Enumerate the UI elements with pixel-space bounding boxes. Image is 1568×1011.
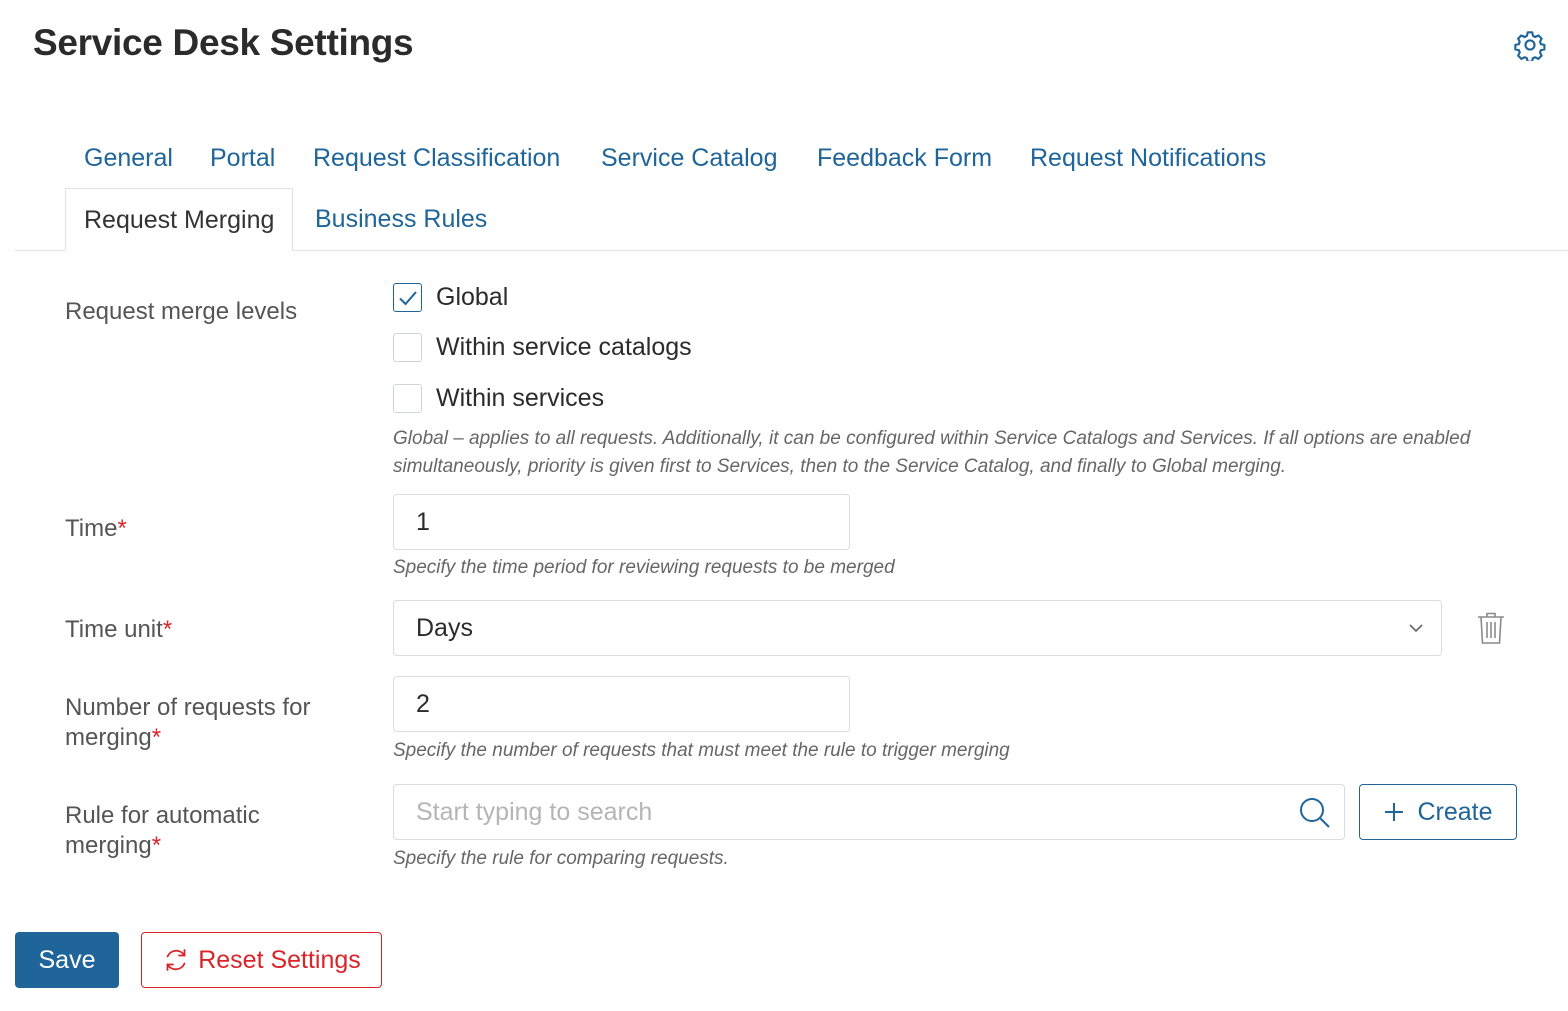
create-rule-button[interactable]: Create xyxy=(1359,784,1517,840)
checkbox-label: Within services xyxy=(436,384,605,412)
required-marker: * xyxy=(151,832,162,859)
tab-bar: General Portal Request Classification Se… xyxy=(15,130,1568,251)
reset-settings-button[interactable]: Reset Settings xyxy=(141,932,382,988)
rule-search-input[interactable] xyxy=(394,785,1284,839)
checkbox-box[interactable] xyxy=(393,384,422,413)
checkbox-label: Global xyxy=(436,283,509,311)
checkbox-within-services[interactable]: Within services xyxy=(393,384,604,413)
plus-icon xyxy=(1385,803,1404,821)
checkbox-box[interactable] xyxy=(393,333,422,362)
page-title: Service Desk Settings xyxy=(33,22,414,63)
checkbox-label: Within service catalogs xyxy=(436,333,692,361)
tab-service-catalog[interactable]: Service Catalog xyxy=(601,144,777,173)
search-icon[interactable] xyxy=(1298,796,1332,830)
num-requests-label-line1: Number of requests for xyxy=(65,694,311,721)
rule-search-box xyxy=(393,784,1345,840)
num-requests-hint: Specify the number of requests that must… xyxy=(393,740,1010,761)
chevron-down-icon xyxy=(1409,624,1423,633)
settings-gear-icon[interactable] xyxy=(1514,29,1546,61)
required-marker: * xyxy=(151,724,162,751)
time-unit-label: Time unit* xyxy=(65,615,365,645)
create-button-label: Create xyxy=(1417,797,1493,826)
num-requests-label-line2: merging xyxy=(65,724,152,751)
rule-label: Rule for automatic merging* xyxy=(65,801,365,861)
checkbox-box[interactable] xyxy=(393,283,422,312)
tab-portal[interactable]: Portal xyxy=(210,144,275,173)
tab-request-merging[interactable]: Request Merging xyxy=(65,188,294,251)
checkbox-global[interactable]: Global xyxy=(393,283,508,312)
rule-hint: Specify the rule for comparing requests. xyxy=(393,848,729,869)
merge-levels-hint: Global – applies to all requests. Additi… xyxy=(393,428,1471,477)
time-input[interactable]: 1 xyxy=(393,494,850,550)
tab-feedback-form[interactable]: Feedback Form xyxy=(817,144,992,173)
check-icon xyxy=(398,290,417,305)
trash-icon[interactable] xyxy=(1476,611,1506,645)
save-button[interactable]: Save xyxy=(15,932,119,988)
time-unit-value: Days xyxy=(416,614,473,642)
rule-label-line1: Rule for automatic xyxy=(65,802,260,829)
required-marker: * xyxy=(162,616,173,643)
refresh-icon xyxy=(166,949,186,971)
time-label: Time* xyxy=(65,514,365,544)
tab-request-notifications[interactable]: Request Notifications xyxy=(1030,144,1266,173)
time-unit-select[interactable]: Days xyxy=(393,600,1442,656)
tab-general[interactable]: General xyxy=(84,144,173,173)
tab-business-rules[interactable]: Business Rules xyxy=(315,205,487,234)
merge-levels-label: Request merge levels xyxy=(65,298,298,325)
reset-button-label: Reset Settings xyxy=(198,945,361,974)
time-hint: Specify the time period for reviewing re… xyxy=(393,557,895,578)
num-requests-label: Number of requests for merging* xyxy=(65,693,365,753)
time-unit-label-text: Time unit xyxy=(65,616,163,643)
num-requests-input[interactable]: 2 xyxy=(393,676,850,732)
time-label-text: Time xyxy=(65,515,118,542)
checkbox-within-service-catalogs[interactable]: Within service catalogs xyxy=(393,333,692,362)
required-marker: * xyxy=(117,515,127,542)
tab-request-classification[interactable]: Request Classification xyxy=(313,144,560,173)
rule-label-line2: merging xyxy=(65,832,152,859)
